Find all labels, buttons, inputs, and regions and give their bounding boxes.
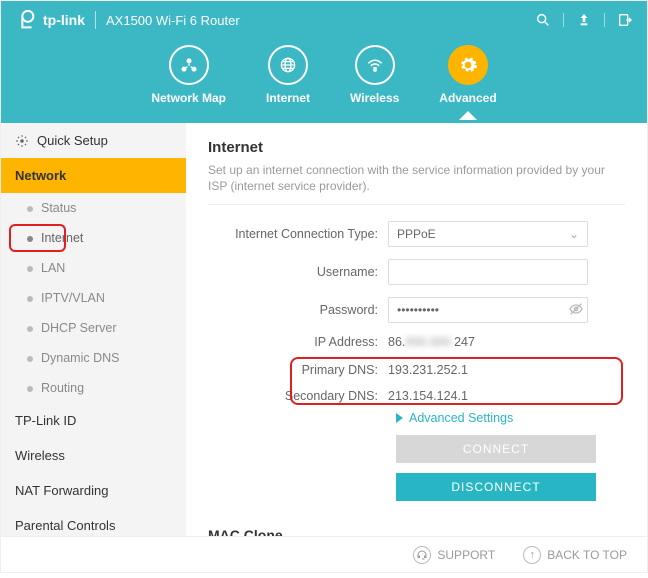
sidebar-item-label: Quick Setup <box>37 133 108 148</box>
footer: SUPPORT ↑ BACK TO TOP <box>1 536 647 572</box>
username-input[interactable] <box>388 259 588 285</box>
select-value: PPPoE <box>397 227 436 241</box>
connect-button[interactable]: CONNECT <box>396 435 596 463</box>
disconnect-button[interactable]: DISCONNECT <box>396 473 596 501</box>
password-input[interactable] <box>388 297 588 323</box>
sidebar-item-quick-setup[interactable]: Quick Setup <box>1 123 186 158</box>
dns-highlight-box: Primary DNS: 193.231.252.1 Secondary DNS… <box>208 361 625 403</box>
update-icon[interactable] <box>576 12 592 28</box>
sidebar-item-label: Network <box>15 168 66 183</box>
tab-wireless[interactable]: Wireless <box>350 45 399 119</box>
gear-icon <box>15 134 29 148</box>
body: Quick Setup Network Status Internet LAN … <box>1 123 647 538</box>
tab-label: Wireless <box>350 91 399 105</box>
wifi-icon <box>365 55 385 75</box>
separator <box>604 13 605 27</box>
search-icon[interactable] <box>535 12 551 28</box>
sidebar: Quick Setup Network Status Internet LAN … <box>1 123 186 538</box>
sidebar-sub-lan[interactable]: LAN <box>1 253 186 283</box>
footer-label: BACK TO TOP <box>547 548 627 562</box>
logout-icon[interactable] <box>617 12 633 28</box>
divider <box>95 11 96 29</box>
tab-network-map[interactable]: Network Map <box>151 45 226 119</box>
globe-icon <box>278 55 298 75</box>
sidebar-sub-status[interactable]: Status <box>1 193 186 223</box>
sidebar-sub-routing[interactable]: Routing <box>1 373 186 403</box>
sidebar-item-network[interactable]: Network <box>1 158 186 193</box>
sidebar-sub-iptv[interactable]: IPTV/VLAN <box>1 283 186 313</box>
label-ip: IP Address: <box>208 335 388 349</box>
separator <box>563 13 564 27</box>
secondary-dns-value: 213.154.124.1 <box>388 389 588 403</box>
content: Internet Set up an internet connection w… <box>186 123 647 538</box>
sidebar-sub-internet[interactable]: Internet <box>1 223 186 253</box>
link-text: Advanced Settings <box>409 411 513 425</box>
tab-label: Advanced <box>439 91 496 105</box>
sidebar-sub-dhcp[interactable]: DHCP Server <box>1 313 186 343</box>
internet-form: Internet Connection Type: PPPoE ⌄ Userna… <box>208 221 625 538</box>
brand-text: tp-link <box>43 12 85 28</box>
tab-label: Internet <box>266 91 310 105</box>
label-password: Password: <box>208 303 388 317</box>
brand-logo: tp-link <box>15 9 85 31</box>
tab-advanced[interactable]: Advanced <box>439 45 496 119</box>
sidebar-item-nat[interactable]: NAT Forwarding <box>1 473 186 508</box>
gear-icon <box>458 55 478 75</box>
support-button[interactable]: SUPPORT <box>413 546 495 564</box>
eye-off-icon[interactable] <box>568 301 584 320</box>
label-secondary-dns: Secondary DNS: <box>208 389 388 403</box>
sidebar-item-tplink-id[interactable]: TP-Link ID <box>1 403 186 438</box>
section-title: Internet <box>208 139 625 156</box>
sidebar-sub-ddns[interactable]: Dynamic DNS <box>1 343 186 373</box>
chevron-down-icon: ⌄ <box>569 227 579 241</box>
tplink-logo-icon <box>15 9 37 31</box>
headset-icon <box>413 546 431 564</box>
tab-label: Network Map <box>151 91 226 105</box>
label-conn-type: Internet Connection Type: <box>208 227 388 241</box>
network-map-icon <box>179 55 199 75</box>
primary-dns-value: 193.231.252.1 <box>388 363 588 377</box>
tab-internet[interactable]: Internet <box>266 45 310 119</box>
triangle-right-icon <box>396 413 403 423</box>
product-name: AX1500 Wi-Fi 6 Router <box>106 13 240 28</box>
advanced-settings-link[interactable]: Advanced Settings <box>396 411 625 425</box>
main-tabs: Network Map Internet Wireless Advanced <box>1 45 647 119</box>
label-username: Username: <box>208 265 388 279</box>
section-description: Set up an internet connection with the s… <box>208 162 625 205</box>
title-bar: tp-link AX1500 Wi-Fi 6 Router <box>1 1 647 39</box>
footer-label: SUPPORT <box>437 548 495 562</box>
mac-clone-title: MAC Clone <box>208 517 625 538</box>
header-actions <box>535 12 633 28</box>
label-primary-dns: Primary DNS: <box>208 363 388 377</box>
header: tp-link AX1500 Wi-Fi 6 Router Network Ma… <box>1 1 647 123</box>
arrow-up-icon: ↑ <box>523 546 541 564</box>
ip-address-value: 86.000.000.247 <box>388 335 588 349</box>
connection-type-select[interactable]: PPPoE ⌄ <box>388 221 588 247</box>
back-to-top-button[interactable]: ↑ BACK TO TOP <box>523 546 627 564</box>
sidebar-item-wireless[interactable]: Wireless <box>1 438 186 473</box>
